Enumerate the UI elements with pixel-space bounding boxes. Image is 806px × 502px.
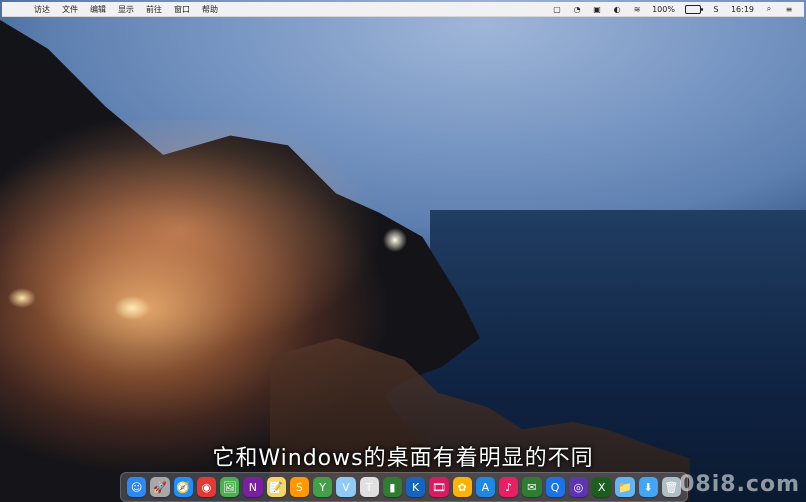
- qq-icon[interactable]: Q: [545, 477, 565, 497]
- numbers-icon[interactable]: ▮: [382, 477, 402, 497]
- menu-item-window[interactable]: 窗口: [174, 4, 190, 15]
- appstore-icon[interactable]: A: [475, 477, 495, 497]
- menu-item-edit[interactable]: 编辑: [90, 4, 106, 15]
- menu-item-view[interactable]: 显示: [118, 4, 134, 15]
- search-icon[interactable]: ⌕: [764, 4, 774, 14]
- apple-menu-icon[interactable]: [12, 4, 22, 14]
- control-strip-icon[interactable]: ▣: [592, 4, 602, 14]
- control-center-icon[interactable]: ≡: [784, 4, 794, 14]
- itunes-icon[interactable]: ♪: [499, 477, 519, 497]
- dock: ☺ 🚀 🧭 ◉ 🖼 N 📝 S Y V T ▮ K 🎞 ✿ A ♪ ✉ Q ◎ X 📁 ⬇ 🗑: [120, 472, 688, 502]
- clock[interactable]: 16:19: [731, 5, 754, 14]
- wifi-icon[interactable]: ≋: [632, 4, 642, 14]
- folder-icon[interactable]: 📁: [615, 477, 635, 497]
- browser-icon[interactable]: ◎: [568, 477, 588, 497]
- keynote-icon[interactable]: K: [406, 477, 426, 497]
- downloads-icon[interactable]: ⬇: [638, 477, 658, 497]
- chrome-icon[interactable]: ◉: [196, 477, 216, 497]
- photos-icon[interactable]: ✿: [452, 477, 472, 497]
- site-watermark: 08i8.com: [679, 471, 800, 497]
- menu-item-help[interactable]: 帮助: [202, 4, 218, 15]
- finder-icon[interactable]: ☺: [127, 477, 147, 497]
- menu-item-file[interactable]: 文件: [62, 4, 78, 15]
- photobooth-icon[interactable]: 🎞: [429, 477, 449, 497]
- sync-icon[interactable]: S: [711, 4, 721, 14]
- menu-item-finder[interactable]: 访达: [34, 4, 50, 15]
- battery-icon[interactable]: [684, 4, 703, 14]
- wechat-icon[interactable]: ✉: [522, 477, 542, 497]
- desktop-screen: 访达 文件 编辑 显示 前往 窗口 帮助 ▢ ◔ ▣ ◐ ≋ 100% S 16…: [0, 0, 806, 502]
- launchpad-icon[interactable]: 🚀: [150, 477, 170, 497]
- menu-item-go[interactable]: 前往: [146, 4, 162, 15]
- video-subtitle: 它和Windows的桌面有着明显的不同: [212, 446, 594, 471]
- sublime-icon[interactable]: S: [289, 477, 309, 497]
- y-icon[interactable]: Y: [313, 477, 333, 497]
- vpn-icon[interactable]: V: [336, 477, 356, 497]
- notification-status-icon[interactable]: ◐: [612, 4, 622, 14]
- onenote-icon[interactable]: N: [243, 477, 263, 497]
- preview-icon[interactable]: 🖼: [220, 477, 240, 497]
- textedit-icon[interactable]: T: [359, 477, 379, 497]
- excel-icon[interactable]: X: [592, 477, 612, 497]
- notes-icon[interactable]: 📝: [266, 477, 286, 497]
- screen-recording-icon[interactable]: ▢: [552, 4, 562, 14]
- battery-percent[interactable]: 100%: [652, 5, 675, 14]
- menu-bar: 访达 文件 编辑 显示 前往 窗口 帮助 ▢ ◔ ▣ ◐ ≋ 100% S 16…: [2, 2, 804, 17]
- safari-icon[interactable]: 🧭: [173, 477, 193, 497]
- wallpaper-town-lights: [0, 120, 420, 380]
- wechat-status-icon[interactable]: ◔: [572, 4, 582, 14]
